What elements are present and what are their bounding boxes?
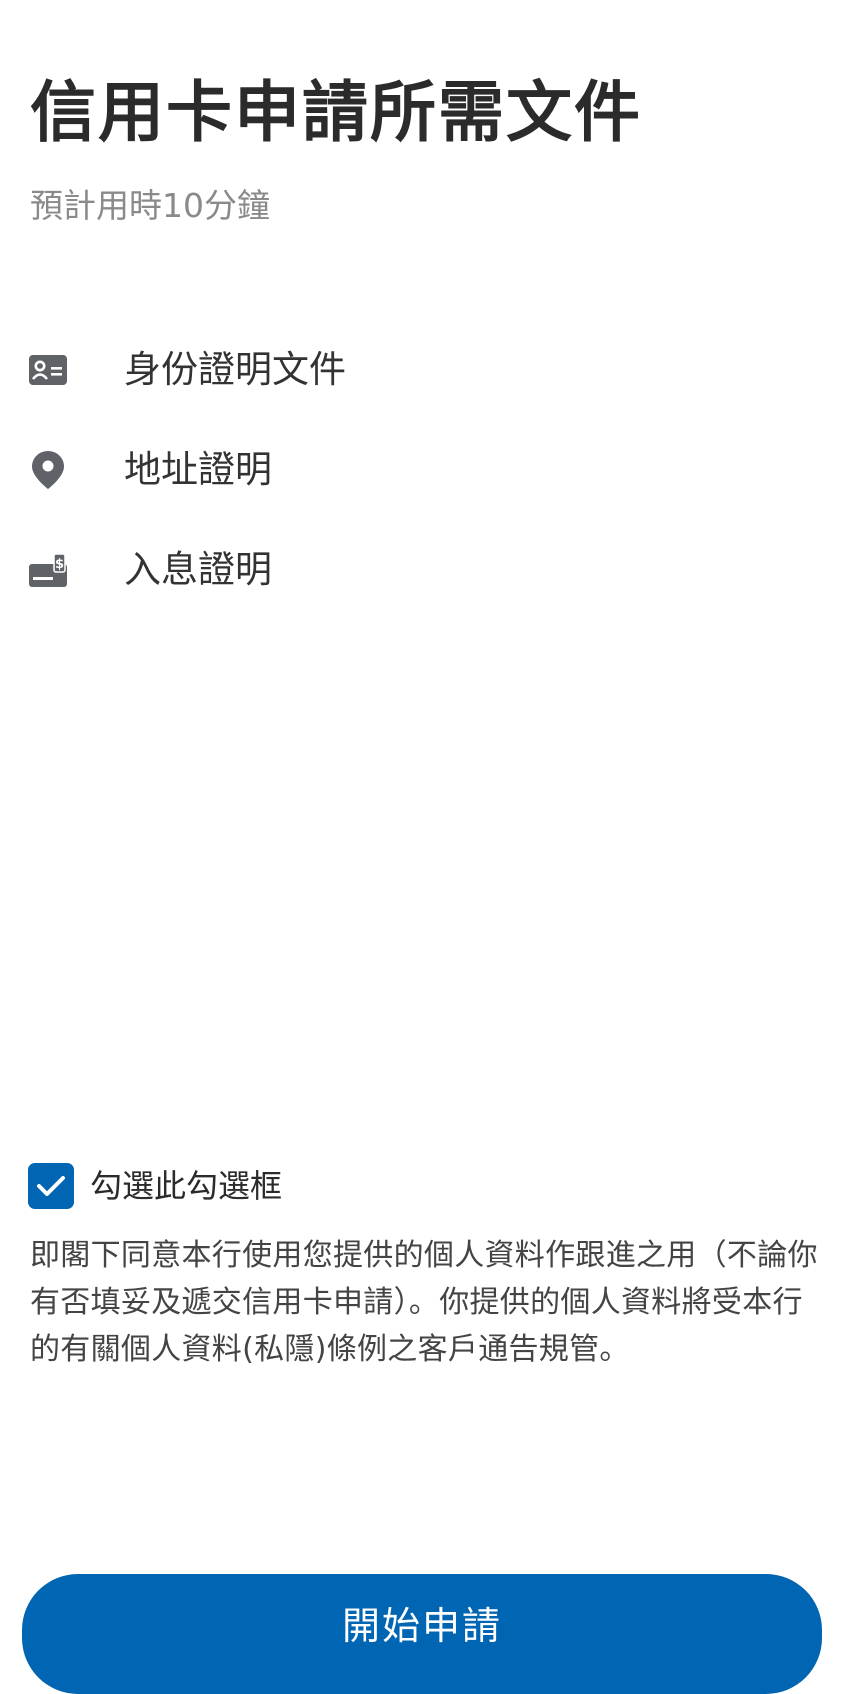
svg-text:$: $ — [55, 557, 64, 572]
document-label-identity: 身份證明文件 — [124, 348, 346, 391]
document-label-income: 入息證明 — [124, 548, 272, 591]
page-title: 信用卡申請所需文件 — [30, 74, 642, 151]
income-cash-icon: $ — [28, 550, 68, 590]
document-item-income: $ 入息證明 — [28, 540, 272, 600]
consent-checkbox-row[interactable]: 勾選此勾選框 — [28, 1162, 282, 1210]
consent-checkbox-label[interactable]: 勾選此勾選框 — [90, 1162, 282, 1210]
document-label-address: 地址證明 — [124, 448, 272, 491]
document-item-identity: 身份證明文件 — [28, 340, 346, 400]
id-card-icon — [28, 350, 68, 390]
consent-checkbox[interactable] — [28, 1163, 74, 1209]
start-application-button[interactable]: 開始申請 — [22, 1574, 822, 1694]
document-item-address: 地址證明 — [28, 440, 272, 500]
consent-disclaimer-text: 即閣下同意本行使用您提供的個人資料作跟進之用（不論你有否填妥及遞交信用卡申請）。… — [30, 1238, 818, 1367]
checkmark-icon — [37, 1176, 65, 1196]
location-pin-icon — [28, 450, 68, 490]
page-subtitle: 預計用時10分鐘 — [30, 186, 270, 225]
